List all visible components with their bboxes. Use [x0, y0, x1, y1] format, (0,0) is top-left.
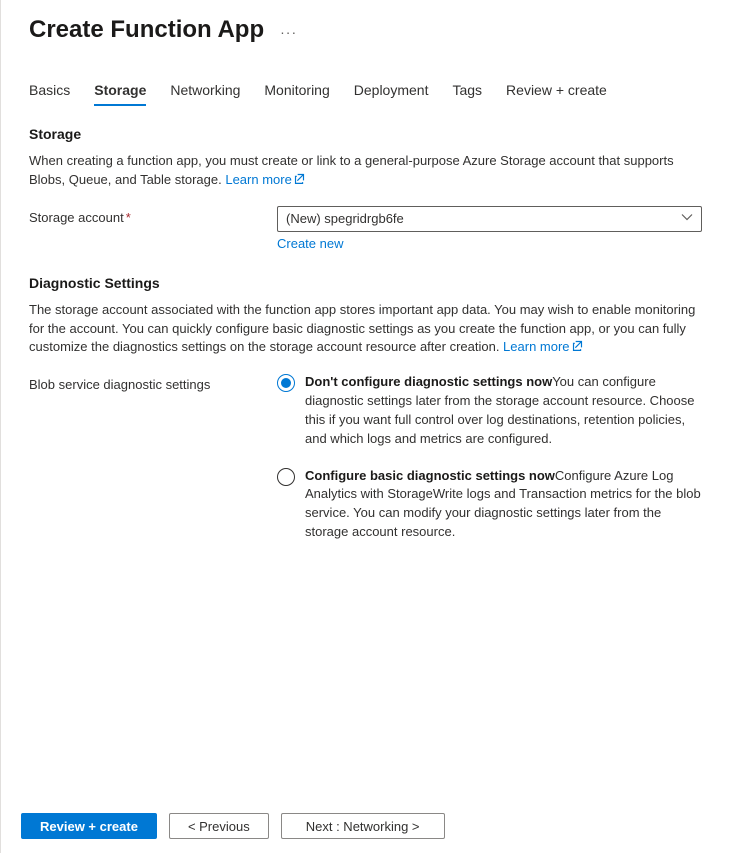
tab-networking[interactable]: Networking [170, 76, 240, 106]
storage-account-value: (New) spegridrgb6fe [286, 211, 404, 226]
tab-monitoring[interactable]: Monitoring [264, 76, 329, 106]
diagnostic-section: Diagnostic Settings The storage account … [29, 275, 702, 542]
storage-account-label: Storage account* [29, 206, 277, 225]
create-new-link[interactable]: Create new [277, 236, 343, 251]
page-title: Create Function App [29, 16, 264, 44]
storage-heading: Storage [29, 126, 702, 142]
diagnostic-description-text: The storage account associated with the … [29, 302, 695, 355]
chevron-down-icon [681, 211, 693, 226]
radio-indicator-icon [277, 374, 295, 392]
footer-bar: Review + create < Previous Next : Networ… [1, 799, 730, 853]
previous-button[interactable]: < Previous [169, 813, 269, 839]
radio-text: Don't configure diagnostic settings nowY… [305, 373, 702, 448]
storage-account-row: Storage account* (New) spegridrgb6fe Cre… [29, 206, 702, 251]
learn-more-label: Learn more [503, 339, 569, 354]
external-link-icon [294, 171, 305, 190]
diagnostic-radio-group: Don't configure diagnostic settings nowY… [277, 373, 702, 542]
radio-text: Configure basic diagnostic settings nowC… [305, 467, 702, 542]
more-actions-icon[interactable]: ··· [280, 24, 297, 40]
page-header: Create Function App ··· [29, 16, 702, 44]
storage-account-label-text: Storage account [29, 210, 124, 225]
tab-storage[interactable]: Storage [94, 76, 146, 106]
storage-description-text: When creating a function app, you must c… [29, 153, 674, 187]
diagnostic-description: The storage account associated with the … [29, 301, 702, 358]
review-create-button[interactable]: Review + create [21, 813, 157, 839]
tab-basics[interactable]: Basics [29, 76, 70, 106]
storage-description: When creating a function app, you must c… [29, 152, 702, 190]
blob-diagnostic-label: Blob service diagnostic settings [29, 373, 277, 392]
learn-more-label: Learn more [225, 172, 291, 187]
radio-option-title: Configure basic diagnostic settings now [305, 468, 555, 483]
radio-dont-configure[interactable]: Don't configure diagnostic settings nowY… [277, 373, 702, 448]
storage-section: Storage When creating a function app, yo… [29, 126, 702, 251]
radio-configure-basic[interactable]: Configure basic diagnostic settings nowC… [277, 467, 702, 542]
diagnostic-learn-more-link[interactable]: Learn more [503, 339, 582, 354]
tab-deployment[interactable]: Deployment [354, 76, 429, 106]
next-button[interactable]: Next : Networking > [281, 813, 445, 839]
storage-account-select[interactable]: (New) spegridrgb6fe [277, 206, 702, 232]
external-link-icon [572, 338, 583, 357]
tab-tags[interactable]: Tags [452, 76, 482, 106]
blob-diagnostic-row: Blob service diagnostic settings Don't c… [29, 373, 702, 542]
radio-indicator-icon [277, 468, 295, 486]
required-indicator: * [126, 210, 131, 225]
radio-option-title: Don't configure diagnostic settings now [305, 374, 552, 389]
storage-learn-more-link[interactable]: Learn more [225, 172, 304, 187]
tab-review-create[interactable]: Review + create [506, 76, 607, 106]
diagnostic-heading: Diagnostic Settings [29, 275, 702, 291]
tab-strip: Basics Storage Networking Monitoring Dep… [29, 76, 702, 106]
